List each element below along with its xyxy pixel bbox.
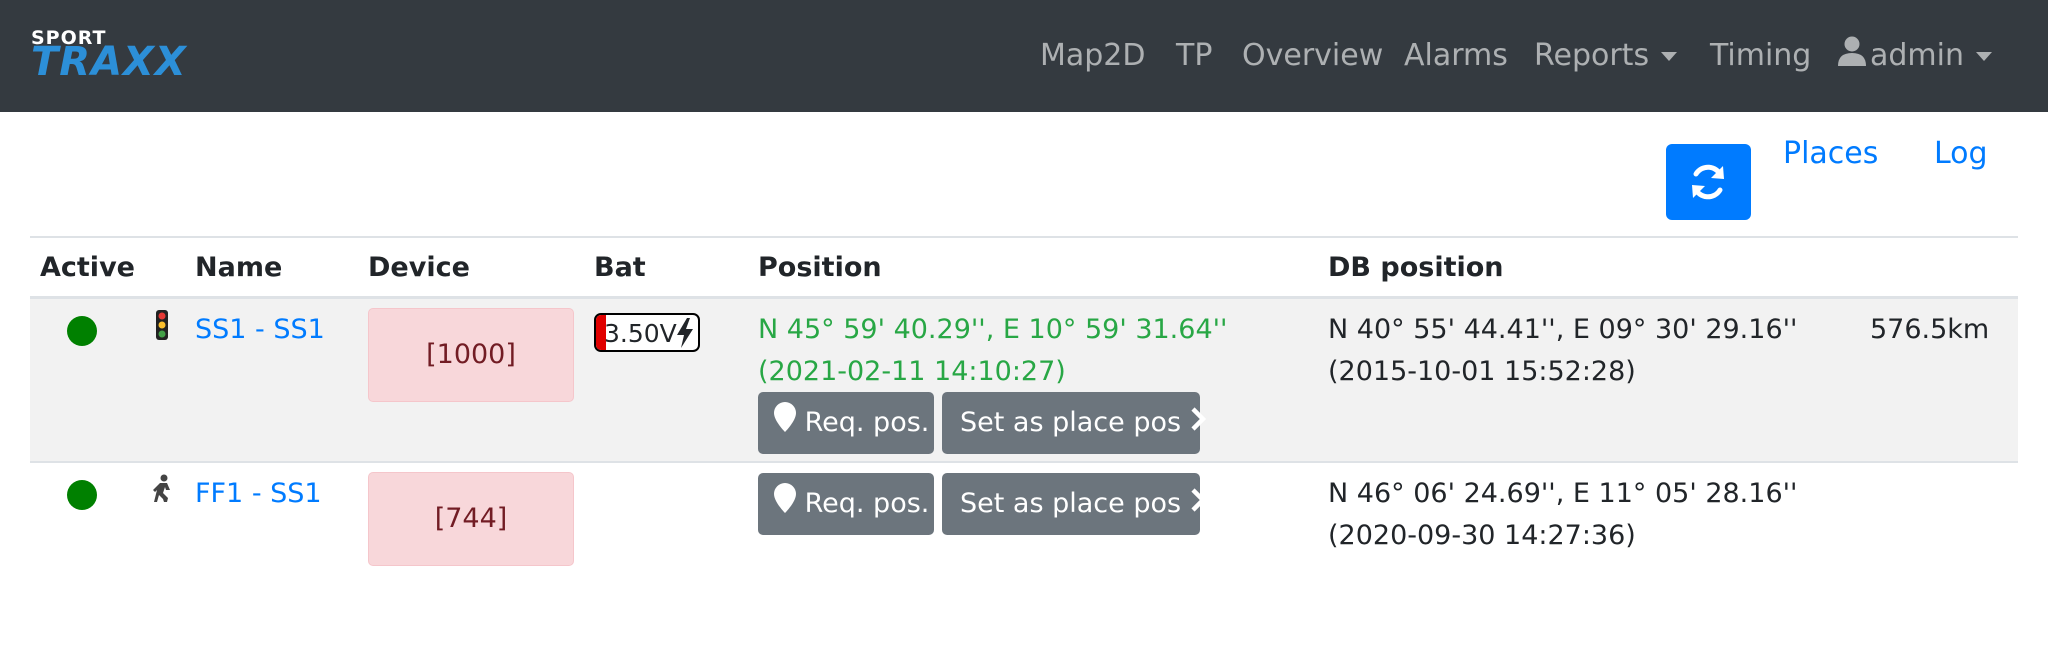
user-menu-dropdown[interactable]: admin (1838, 36, 1992, 76)
nav-map2d[interactable]: Map2D (1040, 36, 1146, 76)
header-name: Name (195, 252, 283, 283)
row-divider (30, 461, 2018, 463)
participant-name-link[interactable]: SS1 - SS1 (195, 312, 325, 348)
log-link[interactable]: Log (1934, 134, 1988, 174)
device-id-badge[interactable]: [744] (368, 472, 574, 566)
caret-down-icon (1976, 52, 1992, 61)
active-status-dot (67, 316, 97, 346)
set-place-label: Set as place pos (960, 407, 1182, 438)
header-device: Device (368, 252, 470, 283)
participant-name-link[interactable]: FF1 - SS1 (195, 476, 322, 512)
position-timestamp: (2021-02-11 14:10:27) (758, 356, 1066, 387)
refresh-icon (1692, 164, 1724, 200)
nav-overview[interactable]: Overview (1242, 36, 1383, 76)
req-pos-button[interactable]: Req. pos. (758, 392, 934, 454)
header-active: Active (40, 252, 135, 283)
user-icon (1838, 36, 1866, 77)
battery-voltage: 3.50V (604, 319, 677, 348)
distance-value: 576.5km (1870, 314, 1990, 345)
set-place-label: Set as place pos (960, 488, 1182, 519)
chevron-right-icon (1190, 393, 1206, 455)
table-top-border (30, 236, 2018, 238)
device-id-badge[interactable]: [1000] (368, 308, 574, 402)
navbar: SPORT TRAXX Map2D TP Overview Alarms Rep… (0, 0, 2048, 112)
map-marker-icon (774, 474, 796, 536)
header-db-position: DB position (1328, 252, 1504, 283)
battery-indicator: 3.50V (594, 313, 700, 352)
nav-reports-dropdown[interactable]: Reports (1534, 36, 1678, 76)
db-position-timestamp: (2020-09-30 14:27:36) (1328, 520, 1636, 551)
set-as-place-pos-button[interactable]: Set as place pos (942, 473, 1206, 535)
position-coordinates: N 45° 59' 40.29'', E 10° 59' 31.64'' (758, 314, 1228, 345)
db-position-timestamp: (2015-10-01 15:52:28) (1328, 356, 1636, 387)
caret-down-icon (1661, 52, 1678, 61)
logo-traxx-text: TRAXX (31, 39, 187, 85)
header-position: Position (758, 252, 882, 283)
places-link[interactable]: Places (1783, 134, 1878, 174)
db-position-coordinates: N 40° 55' 44.41'', E 09° 30' 29.16'' (1328, 314, 1798, 345)
set-as-place-pos-button[interactable]: Set as place pos (942, 392, 1206, 454)
nav-tp[interactable]: TP (1176, 36, 1212, 76)
nav-reports-label: Reports (1534, 38, 1650, 73)
db-position-coordinates: N 46° 06' 24.69'', E 11° 05' 28.16'' (1328, 478, 1798, 509)
user-name: admin (1870, 38, 1964, 73)
runner-icon (152, 474, 174, 508)
active-status-dot (67, 480, 97, 510)
map-marker-icon (774, 393, 796, 455)
req-pos-label: Req. pos. (804, 488, 930, 519)
nav-alarms[interactable]: Alarms (1404, 36, 1508, 76)
nav-timing[interactable]: Timing (1710, 36, 1811, 76)
sporttraxx-logo[interactable]: SPORT TRAXX (31, 27, 211, 87)
header-bat: Bat (594, 252, 646, 283)
bolt-icon (676, 318, 694, 350)
traffic-light-icon (155, 310, 169, 344)
req-pos-label: Req. pos. (804, 407, 930, 438)
refresh-button[interactable] (1666, 144, 1751, 220)
req-pos-button[interactable]: Req. pos. (758, 473, 934, 535)
chevron-right-icon (1190, 474, 1206, 536)
